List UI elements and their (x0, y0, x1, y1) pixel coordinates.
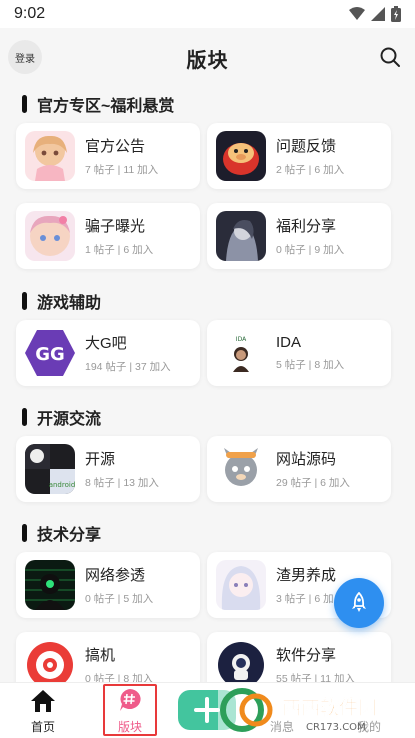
section-header: 技术分享 (22, 521, 101, 545)
board-card-network[interactable]: 网络参透 0 帖子 | 5 加入 (16, 552, 200, 618)
section-header: 开源交流 (22, 405, 101, 429)
rocket-fab-button[interactable] (334, 578, 384, 628)
top-header: 登录 版块 (0, 28, 415, 86)
board-thumbnail (216, 560, 266, 610)
home-icon (31, 690, 55, 712)
board-name: 渣男养成 (276, 567, 337, 584)
board-name: 网络参透 (85, 567, 146, 584)
board-name: 软件分享 (276, 647, 337, 664)
nav-home-label: 首页 (30, 720, 55, 734)
board-name: 开源 (85, 451, 116, 468)
section-bar (22, 95, 27, 113)
plus-icon (194, 697, 220, 723)
board-card-feedback[interactable]: 问题反馈 2 帖子 | 6 加入 (207, 123, 391, 189)
page-title: 版块 (186, 50, 229, 72)
board-name: 福利分享 (276, 218, 337, 235)
board-stats: 194 帖子 | 37 加入 (85, 361, 171, 373)
board-name: 骗子曝光 (85, 218, 146, 235)
app-screen: 9:02 登录 版块 官方专区~福利悬赏 官方公告 7 帖子 | 11 加入 问… (0, 0, 415, 738)
board-thumbnail (216, 640, 266, 682)
board-name: 搞机 (85, 647, 116, 664)
status-bar: 9:02 (0, 0, 415, 28)
section-bar (22, 524, 27, 542)
section-title: 开源交流 (37, 411, 102, 428)
android-logo-text: android (49, 481, 75, 489)
section-header: 官方专区~福利悬赏 (22, 92, 174, 116)
board-name: 网站源码 (276, 451, 337, 468)
board-thumbnail (216, 211, 266, 261)
section-title: 官方专区~福利悬赏 (37, 98, 175, 115)
board-stats: 0 帖子 | 8 加入 (85, 673, 154, 682)
board-thumbnail: android (25, 444, 75, 494)
section-bar (22, 408, 27, 426)
board-stats: 2 帖子 | 6 加入 (276, 164, 345, 176)
board-thumbnail (25, 211, 75, 261)
board-card-software-share[interactable]: 软件分享 55 帖子 | 11 加入 (207, 632, 391, 682)
board-name: 大G吧 (85, 335, 127, 352)
nav-home[interactable]: 首页 (8, 683, 78, 738)
wifi-icon (349, 7, 365, 20)
status-icons (349, 6, 401, 22)
board-card-tinkering[interactable]: 搞机 0 帖子 | 8 加入 (16, 632, 200, 682)
watermark-text: 西西软件园 (282, 696, 377, 719)
board-thumbnail (25, 131, 75, 181)
board-name: IDA (276, 334, 302, 351)
board-stats: 1 帖子 | 6 加入 (85, 244, 154, 256)
board-stats: 0 帖子 | 5 加入 (85, 593, 154, 605)
board-stats: 29 帖子 | 6 加入 (276, 477, 350, 489)
board-card-big-g[interactable]: GG 大G吧 194 帖子 | 37 加入 (16, 320, 200, 386)
board-card-site-source[interactable]: 网站源码 29 帖子 | 6 加入 (207, 436, 391, 502)
gg-logo-text: GG (35, 344, 65, 365)
board-stats: 7 帖子 | 11 加入 (85, 164, 159, 176)
board-name: 问题反馈 (276, 138, 337, 155)
active-tab-highlight (103, 684, 157, 736)
board-stats: 55 帖子 | 11 加入 (276, 673, 355, 682)
board-card-ida[interactable]: IDA IDA 5 帖子 | 8 加入 (207, 320, 391, 386)
board-thumbnail (216, 131, 266, 181)
section-title: 游戏辅助 (37, 295, 102, 312)
status-time: 9:02 (14, 5, 46, 22)
watermark-subtext: CR173.COM (306, 722, 366, 733)
board-thumbnail (216, 444, 266, 494)
board-card-announcements[interactable]: 官方公告 7 帖子 | 11 加入 (16, 123, 200, 189)
ida-logo-text: IDA (236, 336, 247, 343)
board-stats: 8 帖子 | 13 加入 (85, 477, 159, 489)
board-card-welfare-share[interactable]: 福利分享 0 帖子 | 9 加入 (207, 203, 391, 269)
rocket-icon (352, 592, 366, 612)
board-thumbnail (25, 640, 75, 682)
battery-icon (391, 6, 401, 22)
board-stats: 0 帖子 | 9 加入 (276, 244, 345, 256)
board-thumbnail (25, 560, 75, 610)
board-stats: 5 帖子 | 8 加入 (276, 359, 345, 371)
search-icon[interactable] (379, 46, 401, 68)
board-thumbnail: GG (25, 328, 75, 378)
section-bar (22, 292, 27, 310)
section-title: 技术分享 (37, 527, 102, 544)
watermark-logo: 西西软件园 CR173.COM (218, 684, 415, 736)
section-header: 游戏辅助 (22, 289, 101, 313)
board-thumbnail: IDA (216, 328, 266, 378)
board-card-scam-exposure[interactable]: 骗子曝光 1 帖子 | 6 加入 (16, 203, 200, 269)
signal-icon (371, 7, 385, 21)
board-name: 官方公告 (85, 138, 146, 155)
board-card-open-source[interactable]: android 开源 8 帖子 | 13 加入 (16, 436, 200, 502)
